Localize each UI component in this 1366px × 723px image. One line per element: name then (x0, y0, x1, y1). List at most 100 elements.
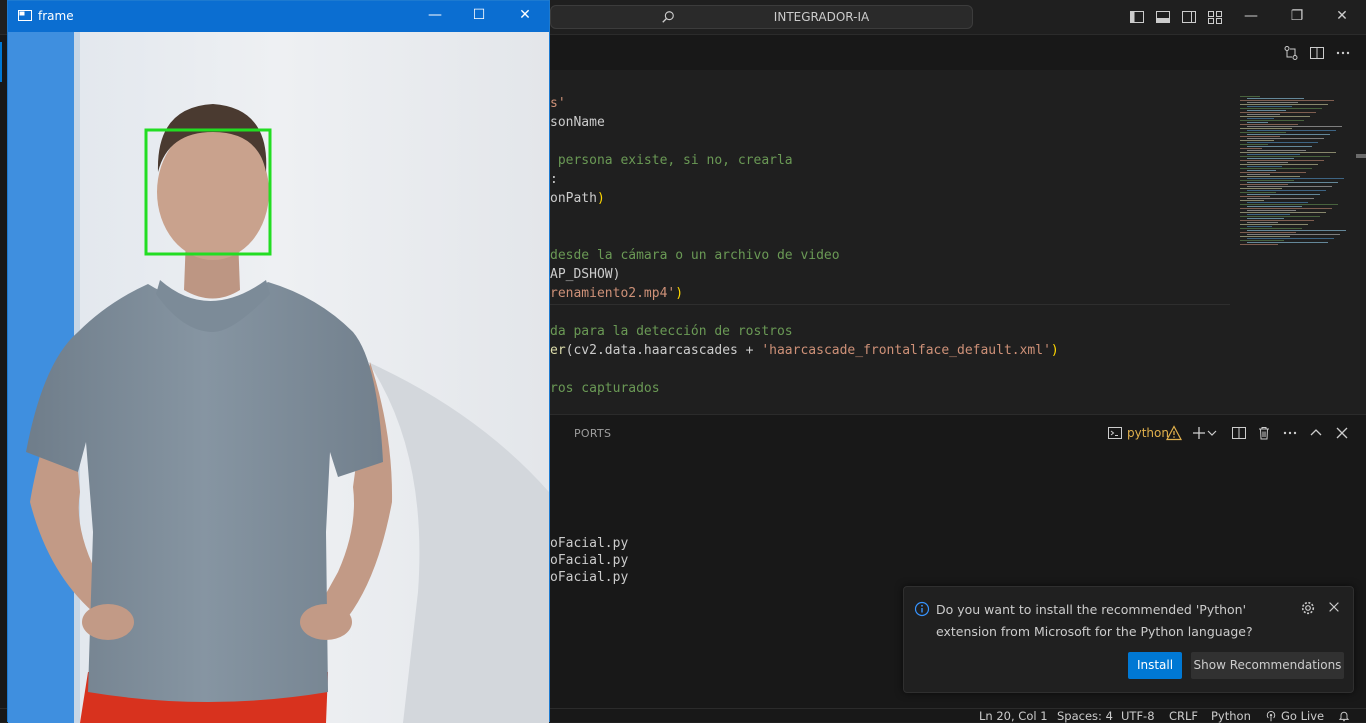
minimap-line (1240, 176, 1300, 177)
line-ending[interactable]: CRLF (1169, 709, 1198, 723)
info-icon (914, 601, 930, 617)
frame-window-title: frame (38, 9, 74, 23)
code-line[interactable]: s' (550, 94, 566, 113)
more-actions-icon[interactable] (1282, 425, 1298, 441)
minimap-line (1247, 122, 1268, 123)
minimap-line (1240, 96, 1260, 97)
minimap-line (1240, 212, 1326, 213)
install-button[interactable]: Install (1128, 652, 1182, 679)
code-token: ) (675, 286, 684, 301)
minimap-line (1240, 136, 1280, 137)
code-token: ) (596, 191, 605, 206)
minimap-line (1247, 126, 1342, 127)
terminal-name[interactable]: python (1127, 426, 1169, 440)
minimap-line (1247, 118, 1274, 119)
code-line[interactable]: AP_DSHOW) (550, 265, 620, 284)
minimap-line (1240, 140, 1274, 141)
close-panel-icon[interactable] (1334, 425, 1350, 441)
customize-layout-icon[interactable] (1207, 9, 1223, 25)
code-line[interactable]: da para la detección de rostros (550, 322, 793, 341)
restore-icon[interactable]: ❐ (1287, 8, 1307, 26)
toggle-secondary-sidebar-icon[interactable] (1181, 9, 1197, 25)
bell-icon[interactable] (1338, 710, 1350, 722)
show-recommendations-button[interactable]: Show Recommendations (1191, 652, 1344, 679)
toggle-panel-icon[interactable] (1155, 9, 1171, 25)
close-notification-icon[interactable] (1327, 600, 1341, 614)
minimap-line (1240, 168, 1312, 169)
frame-maximize-icon[interactable]: ☐ (464, 7, 494, 25)
encoding[interactable]: UTF-8 (1121, 709, 1155, 723)
command-center[interactable]: INTEGRADOR-IA (550, 5, 973, 29)
minimap-line (1240, 108, 1322, 109)
cursor-position[interactable]: Ln 20, Col 1 (979, 709, 1048, 723)
minimap-line (1247, 146, 1312, 147)
left-hand (82, 604, 134, 640)
minimap-line (1240, 148, 1262, 149)
code-line[interactable]: persona existe, si no, crearla (550, 151, 793, 170)
minimap-line (1247, 198, 1314, 199)
source-control-compare-icon[interactable] (1283, 45, 1299, 61)
new-terminal-icon[interactable] (1191, 425, 1207, 441)
code-line[interactable]: : (550, 170, 558, 189)
window-app-icon (18, 10, 32, 21)
editor-scrollbar[interactable] (1354, 92, 1366, 414)
minimap[interactable] (1236, 92, 1354, 414)
frame-window-titlebar[interactable]: frame — ☐ ✕ (8, 1, 549, 32)
minimap-line (1247, 190, 1326, 191)
minimap-line (1247, 166, 1282, 167)
minimap-line (1240, 172, 1306, 173)
trash-icon[interactable] (1256, 425, 1272, 441)
scrollbar-thumb[interactable] (1356, 154, 1366, 158)
gear-icon[interactable] (1300, 600, 1316, 616)
minimap-line (1240, 120, 1304, 121)
frame-minimize-icon[interactable]: — (420, 7, 450, 25)
code-line[interactable]: sonName (550, 113, 605, 132)
minimize-icon[interactable]: — (1241, 8, 1261, 26)
minimap-line (1240, 208, 1332, 209)
more-actions-icon[interactable] (1335, 45, 1351, 61)
code-token: AP_DSHOW) (550, 267, 621, 282)
code-editor[interactable]: s' sonName persona existe, si no, crearla… (550, 92, 1236, 414)
minimap-line (1240, 188, 1282, 189)
minimap-line (1247, 218, 1284, 219)
minimap-line (1247, 222, 1278, 223)
minimap-line (1247, 226, 1272, 227)
go-live-button[interactable]: Go Live (1281, 709, 1324, 723)
code-token: ros capturados (550, 381, 660, 396)
right-hand (300, 604, 352, 640)
code-line[interactable]: ros capturados (550, 379, 660, 398)
code-line[interactable]: desde la cámara o un archivo de video (550, 246, 840, 265)
opencv-frame-window[interactable]: frame — ☐ ✕ (7, 0, 550, 723)
chevron-down-icon[interactable] (1207, 425, 1217, 441)
split-terminal-icon[interactable] (1231, 425, 1247, 441)
minimap-line (1240, 192, 1276, 193)
minimap-line (1240, 244, 1278, 245)
language-mode[interactable]: Python (1211, 709, 1251, 723)
code-token: ) (1050, 343, 1059, 358)
minimap-line (1240, 196, 1270, 197)
terminal-line: oFacial.py (550, 570, 629, 585)
minimap-line (1247, 210, 1296, 211)
minimap-line (1240, 236, 1290, 237)
minimap-line (1240, 100, 1334, 101)
minimap-line (1240, 112, 1316, 113)
minimap-line (1240, 160, 1324, 161)
minimap-line (1247, 110, 1286, 111)
close-icon[interactable]: ✕ (1332, 8, 1352, 26)
indentation[interactable]: Spaces: 4 (1057, 709, 1113, 723)
split-editor-icon[interactable] (1309, 45, 1325, 61)
frame-close-icon[interactable]: ✕ (510, 7, 540, 25)
minimap-line (1247, 150, 1306, 151)
warning-icon (1166, 425, 1182, 441)
code-line[interactable]: renamiento2.mp4') (550, 284, 683, 303)
minimap-line (1240, 224, 1308, 225)
code-line[interactable]: onPath) (550, 189, 605, 208)
toggle-sidebar-icon[interactable] (1129, 9, 1145, 25)
chevron-up-icon[interactable] (1308, 425, 1324, 441)
code-line[interactable]: er(cv2.data.haarcascades + 'haarcascade_… (550, 341, 1059, 360)
minimap-line (1247, 182, 1338, 183)
code-token: : (550, 172, 558, 187)
camera-frame (8, 32, 549, 723)
minimap-line (1240, 128, 1292, 129)
tab-ports[interactable]: PORTS (574, 427, 611, 440)
